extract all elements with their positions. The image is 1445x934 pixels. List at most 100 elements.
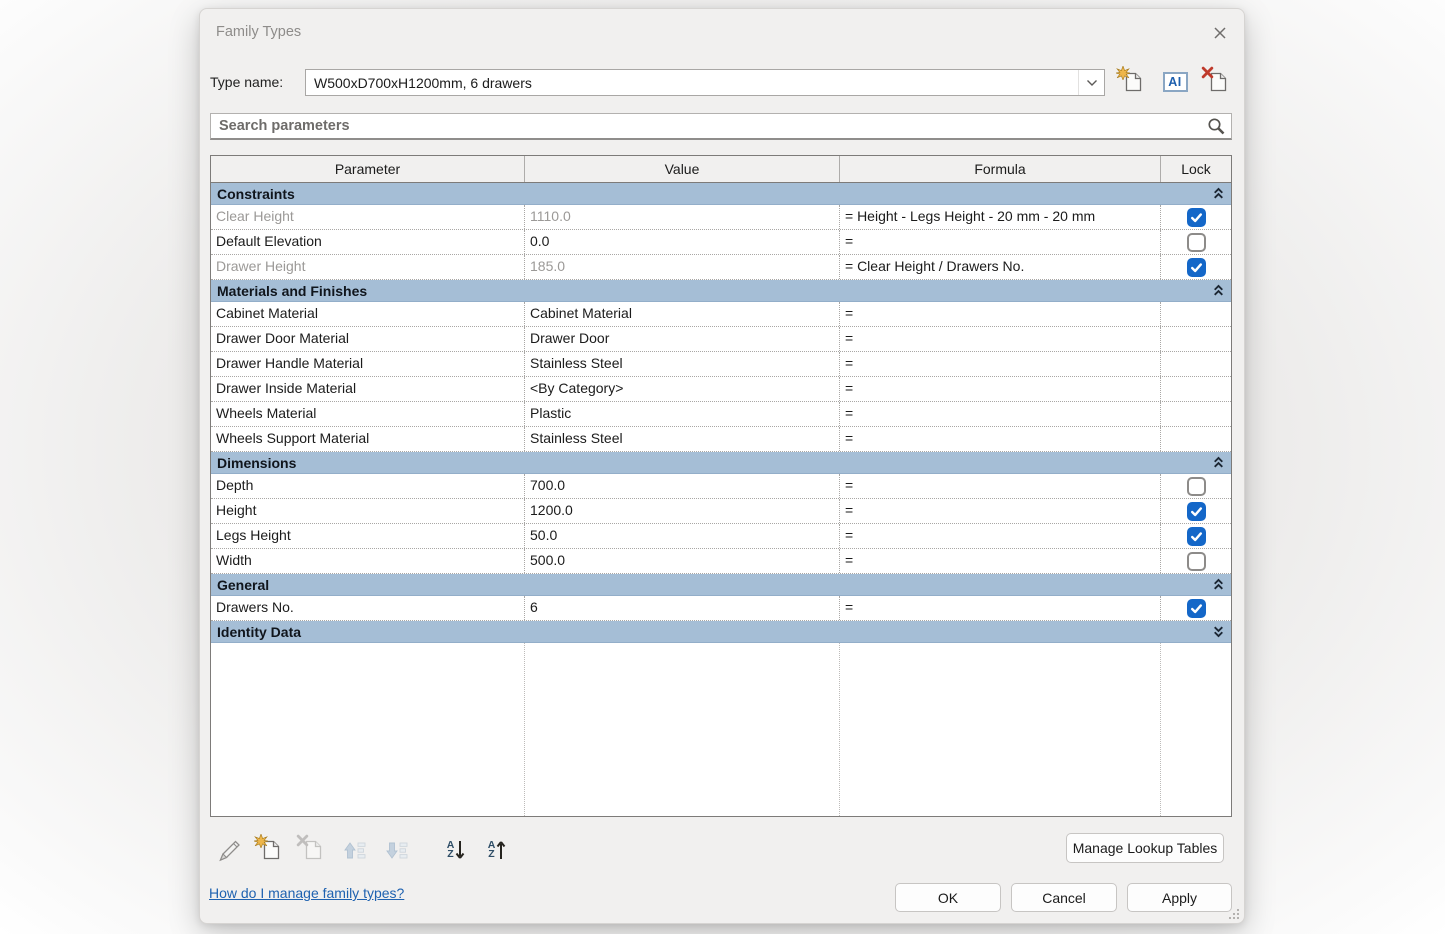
cancel-button[interactable]: Cancel bbox=[1011, 883, 1117, 912]
section-header-dimensions[interactable]: Dimensions bbox=[211, 452, 1231, 474]
collapse-icon[interactable] bbox=[1212, 187, 1225, 200]
move-parameter-down-button[interactable] bbox=[381, 835, 411, 865]
search-input[interactable] bbox=[211, 118, 1201, 134]
table-row-drawer-inside-material[interactable]: Drawer Inside Material<By Category>= bbox=[211, 377, 1231, 402]
parameter-value[interactable]: 6 bbox=[524, 596, 839, 620]
parameter-value[interactable]: Stainless Steel bbox=[524, 352, 839, 376]
table-row-legs-height[interactable]: Legs Height50.0= bbox=[211, 524, 1231, 549]
parameter-formula[interactable]: = Height - Legs Height - 20 mm - 20 mm bbox=[839, 205, 1160, 229]
manage-lookup-tables-button[interactable]: Manage Lookup Tables bbox=[1066, 833, 1224, 863]
lock-cell[interactable] bbox=[1160, 549, 1231, 573]
parameter-formula[interactable]: = Clear Height / Drawers No. bbox=[839, 255, 1160, 279]
sort-ascending-icon: AZ bbox=[447, 839, 466, 861]
parameter-formula[interactable]: = bbox=[839, 230, 1160, 254]
parameter-name: Legs Height bbox=[211, 524, 524, 548]
parameter-formula[interactable]: = bbox=[839, 549, 1160, 573]
parameter-formula[interactable]: = bbox=[839, 524, 1160, 548]
lock-cell[interactable] bbox=[1160, 402, 1231, 426]
lock-checkbox[interactable] bbox=[1187, 477, 1206, 496]
table-row-drawer-handle-material[interactable]: Drawer Handle MaterialStainless Steel= bbox=[211, 352, 1231, 377]
parameter-value[interactable]: 50.0 bbox=[524, 524, 839, 548]
lock-cell[interactable] bbox=[1160, 524, 1231, 548]
parameter-formula[interactable]: = bbox=[839, 427, 1160, 451]
ok-button[interactable]: OK bbox=[895, 883, 1001, 912]
section-header-general[interactable]: General bbox=[211, 574, 1231, 596]
move-down-icon bbox=[383, 837, 410, 864]
lock-cell[interactable] bbox=[1160, 499, 1231, 523]
lock-cell[interactable] bbox=[1160, 352, 1231, 376]
lock-checkbox[interactable] bbox=[1187, 552, 1206, 571]
table-row-height[interactable]: Height1200.0= bbox=[211, 499, 1231, 524]
table-row-depth[interactable]: Depth700.0= bbox=[211, 474, 1231, 499]
parameter-value[interactable]: 700.0 bbox=[524, 474, 839, 498]
lock-cell[interactable] bbox=[1160, 327, 1231, 351]
table-row-default-elevation[interactable]: Default Elevation0.0= bbox=[211, 230, 1231, 255]
parameter-formula[interactable]: = bbox=[839, 402, 1160, 426]
combo-dropdown-button[interactable] bbox=[1078, 70, 1104, 95]
new-parameter-button[interactable] bbox=[256, 835, 286, 865]
parameter-value[interactable]: 1200.0 bbox=[524, 499, 839, 523]
sort-ascending-button[interactable]: AZ bbox=[441, 835, 471, 865]
lock-cell[interactable] bbox=[1160, 230, 1231, 254]
parameter-formula[interactable]: = bbox=[839, 499, 1160, 523]
lock-cell[interactable] bbox=[1160, 474, 1231, 498]
type-name-combobox[interactable]: W500xD700xH1200mm, 6 drawers bbox=[305, 69, 1105, 96]
lock-cell[interactable] bbox=[1160, 302, 1231, 326]
table-row-clear-height[interactable]: Clear Height1110.0= Height - Legs Height… bbox=[211, 205, 1231, 230]
collapse-icon[interactable] bbox=[1212, 456, 1225, 469]
parameter-value[interactable]: Drawer Door bbox=[524, 327, 839, 351]
rename-type-button[interactable]: AI bbox=[1161, 68, 1189, 96]
parameter-value[interactable]: Plastic bbox=[524, 402, 839, 426]
parameter-formula[interactable]: = bbox=[839, 474, 1160, 498]
search-parameters-field[interactable] bbox=[210, 113, 1232, 140]
parameter-name: Drawers No. bbox=[211, 596, 524, 620]
section-header-constraints[interactable]: Constraints bbox=[211, 183, 1231, 205]
table-row-width[interactable]: Width500.0= bbox=[211, 549, 1231, 574]
title-bar: Family Types bbox=[200, 9, 1244, 55]
lock-cell[interactable] bbox=[1160, 205, 1231, 229]
parameter-formula[interactable]: = bbox=[839, 596, 1160, 620]
move-parameter-up-button[interactable] bbox=[339, 835, 369, 865]
lock-cell[interactable] bbox=[1160, 596, 1231, 620]
delete-parameter-button[interactable] bbox=[298, 835, 328, 865]
lock-checkbox[interactable] bbox=[1187, 208, 1206, 227]
lock-cell[interactable] bbox=[1160, 427, 1231, 451]
table-row-drawer-height[interactable]: Drawer Height185.0= Clear Height / Drawe… bbox=[211, 255, 1231, 280]
parameter-value[interactable]: 0.0 bbox=[524, 230, 839, 254]
apply-button[interactable]: Apply bbox=[1127, 883, 1232, 912]
close-button[interactable] bbox=[1208, 21, 1232, 45]
parameter-value[interactable]: Stainless Steel bbox=[524, 427, 839, 451]
lock-checkbox[interactable] bbox=[1187, 527, 1206, 546]
lock-checkbox[interactable] bbox=[1187, 502, 1206, 521]
collapse-icon[interactable] bbox=[1212, 578, 1225, 591]
parameter-value[interactable]: 1110.0 bbox=[524, 205, 839, 229]
lock-checkbox[interactable] bbox=[1187, 258, 1206, 277]
parameter-value[interactable]: <By Category> bbox=[524, 377, 839, 401]
table-row-wheels-material[interactable]: Wheels MaterialPlastic= bbox=[211, 402, 1231, 427]
parameter-formula[interactable]: = bbox=[839, 302, 1160, 326]
delete-type-button[interactable] bbox=[1204, 68, 1232, 96]
section-header-materials-and-finishes[interactable]: Materials and Finishes bbox=[211, 280, 1231, 302]
lock-checkbox[interactable] bbox=[1187, 233, 1206, 252]
parameter-value[interactable]: Cabinet Material bbox=[524, 302, 839, 326]
edit-parameter-button[interactable] bbox=[214, 835, 244, 865]
parameter-formula[interactable]: = bbox=[839, 377, 1160, 401]
lock-cell[interactable] bbox=[1160, 255, 1231, 279]
sort-descending-button[interactable]: AZ bbox=[482, 835, 512, 865]
table-row-wheels-support-material[interactable]: Wheels Support MaterialStainless Steel= bbox=[211, 427, 1231, 452]
expand-icon[interactable] bbox=[1212, 625, 1225, 638]
parameter-value[interactable]: 500.0 bbox=[524, 549, 839, 573]
help-link[interactable]: How do I manage family types? bbox=[209, 885, 404, 901]
table-row-cabinet-material[interactable]: Cabinet MaterialCabinet Material= bbox=[211, 302, 1231, 327]
resize-grip[interactable] bbox=[1228, 908, 1240, 920]
lock-checkbox[interactable] bbox=[1187, 599, 1206, 618]
section-header-identity-data[interactable]: Identity Data bbox=[211, 621, 1231, 643]
parameter-formula[interactable]: = bbox=[839, 327, 1160, 351]
table-row-drawer-door-material[interactable]: Drawer Door MaterialDrawer Door= bbox=[211, 327, 1231, 352]
new-type-button[interactable] bbox=[1119, 68, 1147, 96]
parameter-formula[interactable]: = bbox=[839, 352, 1160, 376]
parameter-value[interactable]: 185.0 bbox=[524, 255, 839, 279]
collapse-icon[interactable] bbox=[1212, 284, 1225, 297]
table-row-drawers-no[interactable]: Drawers No.6= bbox=[211, 596, 1231, 621]
lock-cell[interactable] bbox=[1160, 377, 1231, 401]
